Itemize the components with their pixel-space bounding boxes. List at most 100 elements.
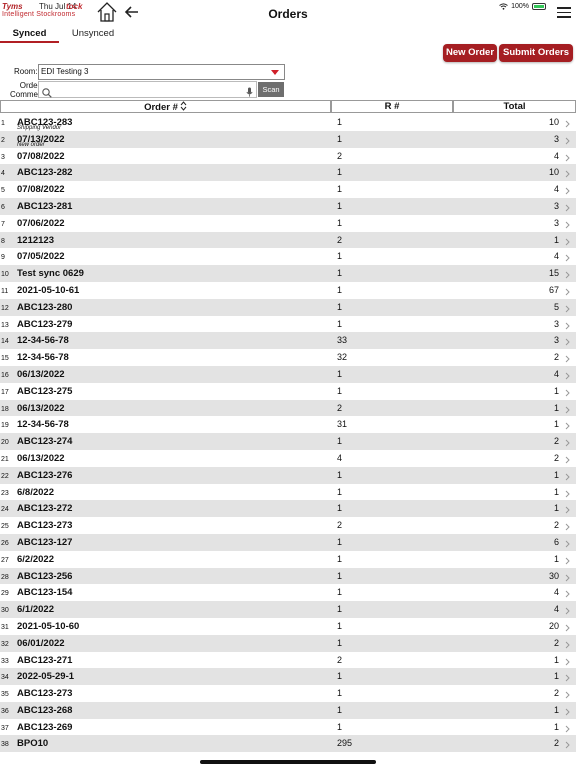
row-order-number: ABC123-271	[17, 654, 73, 666]
row-total: 2	[553, 637, 559, 648]
table-row[interactable]: 20 ABC123-274 1 2	[0, 433, 576, 450]
table-row[interactable]: 18 06/13/2022 2 1	[0, 399, 576, 417]
table-row[interactable]: 31 2021-05-10-60 1 20	[0, 618, 576, 635]
table-row[interactable]: 33 ABC123-271 2 1	[0, 652, 576, 669]
row-r-number: 4	[337, 452, 343, 463]
table-row[interactable]: 15 12-34-56-78 32 2	[0, 349, 576, 366]
table-row[interactable]: 5 07/08/2022 1 4	[0, 181, 576, 198]
table-row[interactable]: 22 ABC123-276 1 1	[0, 466, 576, 484]
table-row[interactable]: 36 ABC123-268 1 1	[0, 701, 576, 719]
row-order-number: ABC123-272	[17, 503, 73, 515]
table-row[interactable]: 37 ABC123-269 1 1	[0, 719, 576, 736]
chevron-right-icon	[565, 305, 570, 313]
row-number: 20	[1, 439, 9, 447]
row-order-number: ABC123-279	[17, 318, 73, 330]
scan-button[interactable]: Scan	[258, 82, 284, 97]
table-row[interactable]: 6 ABC123-281 1 3	[0, 197, 576, 215]
row-r-number: 1	[337, 570, 343, 581]
table-row[interactable]: 12 ABC123-280 1 5	[0, 298, 576, 316]
table-row[interactable]: 19 12-34-56-78 31 1	[0, 416, 576, 433]
row-total: 1	[553, 503, 559, 514]
table-row[interactable]: 35 ABC123-273 1 2	[0, 685, 576, 702]
table-row[interactable]: 10 Test sync 0629 1 15	[0, 265, 576, 282]
chevron-right-icon	[565, 624, 570, 632]
table-row[interactable]: 9 07/05/2022 1 4	[0, 248, 576, 265]
table-row[interactable]: 16 06/13/2022 1 4	[0, 365, 576, 383]
table-row[interactable]: 4 ABC123-282 1 10	[0, 164, 576, 182]
room-select-value: EDI Testing 3	[41, 67, 89, 76]
chevron-right-icon	[565, 154, 570, 161]
row-r-number: 1	[337, 167, 343, 178]
chevron-right-icon	[565, 171, 570, 178]
wifi-icon	[499, 3, 508, 10]
table-row[interactable]: 1 ABC123-283 Shipping Vendor 1 10	[0, 114, 576, 131]
submit-orders-button[interactable]: Submit Orders	[499, 44, 573, 62]
table-row[interactable]: 3 07/08/2022 2 4	[0, 148, 576, 165]
chevron-right-icon	[565, 372, 570, 380]
microphone-icon[interactable]	[246, 84, 253, 97]
table-row[interactable]: 30 6/1/2022 1 4	[0, 601, 576, 618]
row-r-number: 1	[337, 620, 343, 631]
row-order-number: BPO10	[17, 738, 49, 750]
row-order-number: Test sync 0629	[17, 268, 84, 280]
table-row[interactable]: 2 07/13/2022 New order 1 3	[0, 130, 576, 148]
hamburger-menu-icon[interactable]	[557, 7, 571, 19]
table-row[interactable]: 21 06/13/2022 4 2	[0, 450, 576, 467]
room-select[interactable]: EDI Testing 3	[38, 64, 285, 80]
table-row[interactable]: 32 06/01/2022 1 2	[0, 634, 576, 652]
table-row[interactable]: 27 6/2/2022 1 1	[0, 551, 576, 568]
row-number: 35	[1, 691, 9, 699]
row-total: 4	[553, 184, 559, 195]
table-row[interactable]: 7 07/06/2022 1 3	[0, 215, 576, 232]
table-row[interactable]: 25 ABC123-273 2 2	[0, 517, 576, 534]
row-total: 30	[548, 570, 559, 581]
row-order-number: ABC123-274	[17, 436, 73, 448]
table-row[interactable]: 14 12-34-56-78 33 3	[0, 332, 576, 350]
row-total: 1	[553, 553, 559, 564]
row-order-number: ABC123-282	[17, 167, 73, 179]
row-total: 2	[553, 520, 559, 531]
column-header-order[interactable]: Order #	[0, 100, 331, 113]
chevron-right-icon	[565, 708, 570, 716]
tab-unsynced[interactable]: Unsynced	[62, 27, 124, 43]
row-number: 16	[1, 371, 9, 379]
row-r-number: 1	[337, 133, 343, 144]
row-r-number: 1	[337, 301, 343, 312]
home-indicator[interactable]	[200, 760, 376, 764]
chevron-right-icon	[565, 389, 570, 397]
table-row[interactable]: 29 ABC123-154 1 4	[0, 584, 576, 601]
chevron-right-icon	[565, 658, 570, 665]
table-row[interactable]: 24 ABC123-272 1 1	[0, 500, 576, 518]
row-number: 8	[1, 237, 5, 245]
row-order-number: 07/08/2022	[17, 184, 65, 196]
column-header-r: R #	[331, 100, 453, 113]
row-total: 1	[553, 385, 559, 396]
row-r-number: 1	[337, 318, 343, 329]
tab-synced[interactable]: Synced	[0, 27, 59, 43]
new-order-button[interactable]: New Order	[443, 44, 497, 62]
table-row[interactable]: 17 ABC123-275 1 1	[0, 383, 576, 400]
row-number: 3	[1, 153, 5, 161]
row-order-number: 06/13/2022	[17, 402, 65, 414]
table-row[interactable]: 11 2021-05-10-61 1 67	[0, 282, 576, 299]
row-r-number: 31	[337, 419, 348, 430]
table-row[interactable]: 26 ABC123-127 1 6	[0, 533, 576, 551]
row-r-number: 1	[337, 704, 343, 715]
table-row[interactable]: 34 2022-05-29-1 1 1	[0, 668, 576, 686]
row-number: 31	[1, 623, 9, 631]
search-input[interactable]	[38, 81, 257, 98]
table-row[interactable]: 13 ABC123-279 1 3	[0, 316, 576, 333]
row-number: 30	[1, 607, 9, 615]
chevron-right-icon	[565, 590, 570, 598]
row-total: 1	[553, 402, 559, 413]
table-row[interactable]: 23 6/8/2022 1 1	[0, 484, 576, 501]
row-number: 7	[1, 220, 5, 228]
table-row[interactable]: 28 ABC123-256 1 30	[0, 567, 576, 585]
row-number: 11	[1, 287, 9, 295]
row-total: 3	[553, 133, 559, 144]
chevron-right-icon	[565, 339, 570, 346]
row-number: 14	[1, 338, 9, 346]
table-row[interactable]: 8 1212123 2 1	[0, 231, 576, 249]
chevron-right-icon	[565, 120, 570, 128]
table-row[interactable]: 38 BPO10 295 2	[0, 735, 576, 753]
